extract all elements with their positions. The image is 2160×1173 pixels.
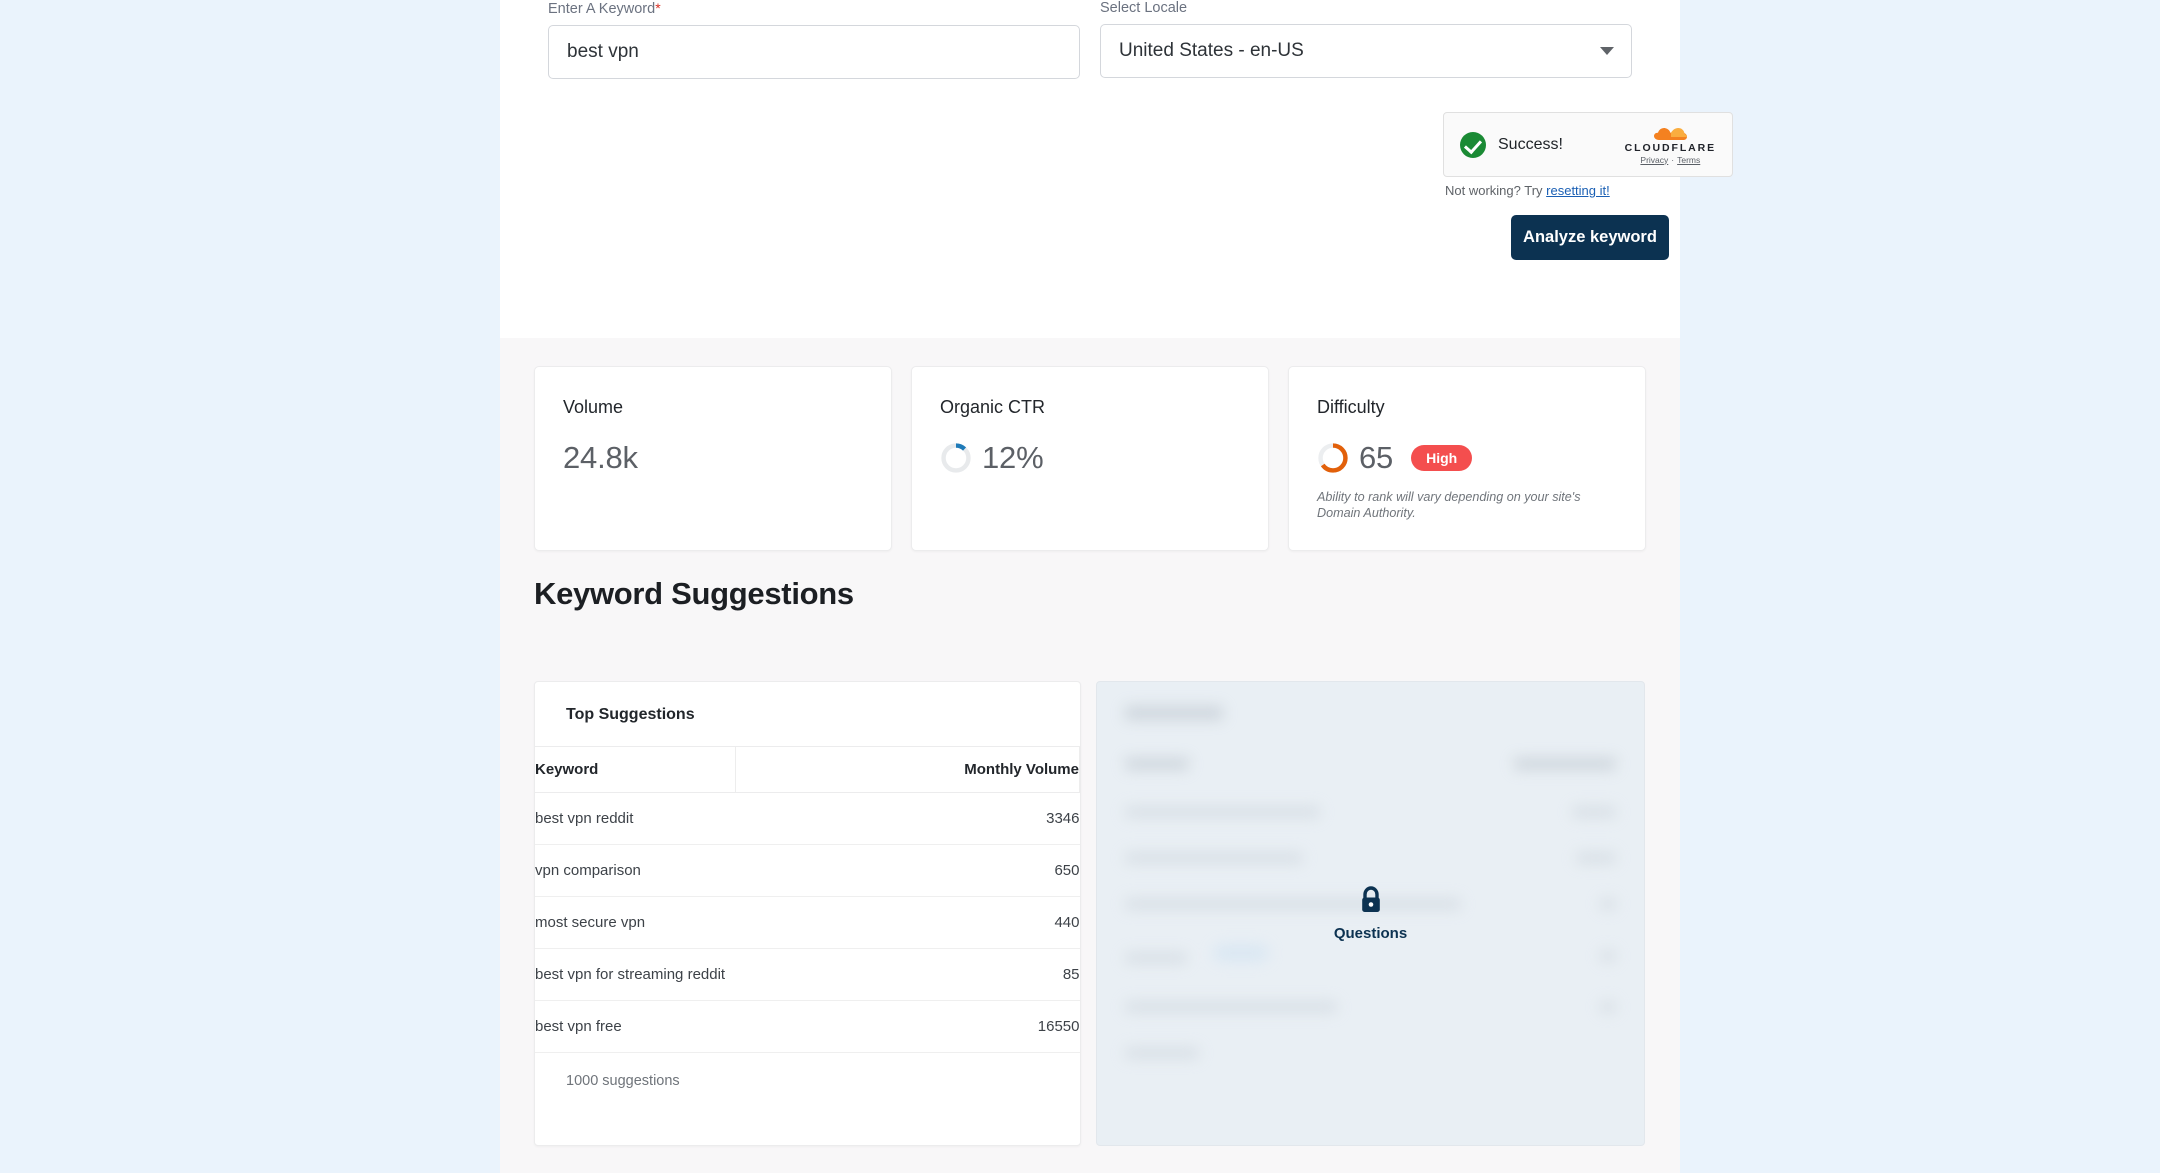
blurred-row: [1125, 1047, 1616, 1059]
table-row[interactable]: best vpn for streaming reddit 85: [535, 948, 1080, 1001]
cell-volume: 440: [735, 896, 1080, 949]
volume-card-body: 24.8k: [563, 440, 863, 476]
terms-link[interactable]: Terms: [1677, 155, 1700, 165]
table-row[interactable]: best vpn free 16550: [535, 1000, 1080, 1053]
difficulty-note: Ability to rank will vary depending on y…: [1317, 490, 1581, 520]
locale-field-group: Select Locale United States - en-US: [1100, 0, 1632, 79]
reset-turnstile-link[interactable]: resetting it!: [1546, 183, 1610, 198]
difficulty-card-title: Difficulty: [1317, 397, 1385, 417]
blurred-row-label: [1125, 1001, 1337, 1013]
cell-keyword: best vpn reddit: [535, 792, 735, 845]
metric-cards-row: Volume 24.8k Organic CTR 12% Difficulty …: [534, 366, 1646, 551]
cell-keyword: best vpn free: [535, 1000, 735, 1053]
ctr-donut-chart: [941, 443, 971, 473]
reset-hint-prefix: Not working? Try: [1445, 183, 1547, 198]
table-row[interactable]: vpn comparison 650: [535, 844, 1080, 897]
cloudflare-cloud-icon: [1654, 127, 1688, 140]
privacy-link[interactable]: Privacy: [1640, 155, 1668, 165]
keyword-suggestions-heading: Keyword Suggestions: [534, 576, 854, 611]
blurred-row: [1125, 944, 1616, 967]
blurred-header-left: [1125, 758, 1189, 770]
lock-overlay[interactable]: Questions: [1097, 885, 1644, 942]
turnstile-status-text: Success!: [1498, 135, 1563, 153]
cell-keyword: best vpn for streaming reddit: [535, 948, 735, 1001]
required-asterisk: *: [655, 0, 661, 16]
table-row[interactable]: best vpn reddit 3346: [535, 792, 1080, 845]
cell-keyword: most secure vpn: [535, 896, 735, 949]
suggestions-table: Keyword Monthly Volume best vpn reddit 33…: [535, 746, 1080, 1053]
locale-select[interactable]: United States - en-US: [1100, 24, 1632, 78]
locked-panel-label: Questions: [1333, 924, 1408, 942]
blurred-row-label-group: [1125, 944, 1270, 967]
blurred-row-value: [1572, 806, 1616, 818]
blurred-row: [1125, 852, 1616, 864]
metric-card-difficulty: Difficulty 65 High Ability to rank will …: [1288, 366, 1646, 551]
ctr-card-title: Organic CTR: [940, 397, 1046, 417]
suggestions-panels-row: Top Suggestions Keyword Monthly Volume b…: [534, 681, 1645, 1146]
suggestions-table-head: Keyword Monthly Volume: [535, 746, 1080, 793]
links-separator: ·: [1671, 154, 1675, 165]
keyword-field-group: Enter A Keyword*: [548, 0, 1080, 79]
blurred-header-right: [1514, 758, 1616, 770]
locale-selected-value: United States - en-US: [1119, 40, 1304, 61]
turnstile-block: Success! CLOUDFLARE Privacy · Terms Not wo…: [1443, 112, 1743, 198]
keyword-field-label: Enter A Keyword*: [548, 0, 1080, 18]
cloudflare-links: Privacy · Terms: [1625, 155, 1716, 166]
table-row[interactable]: most secure vpn 440: [535, 896, 1080, 949]
cell-volume: 650: [735, 844, 1080, 897]
blurred-row-label: [1125, 1047, 1199, 1059]
blurred-row-value: [1576, 852, 1616, 864]
cell-volume: 85: [735, 948, 1080, 1001]
blurred-row-chip: [1213, 944, 1270, 962]
ctr-card-body: 12%: [940, 440, 1240, 476]
success-check-icon: [1460, 131, 1486, 158]
cloudflare-turnstile-widget[interactable]: Success! CLOUDFLARE Privacy · Terms: [1443, 112, 1733, 177]
blurred-row-label: [1125, 806, 1320, 818]
keyword-form-panel: Enter A Keyword* Select Locale United St…: [500, 0, 1733, 338]
blurred-row: [1125, 1001, 1616, 1013]
keyword-input[interactable]: [548, 25, 1080, 79]
cell-keyword: vpn comparison: [535, 844, 735, 897]
table-header-row: Keyword Monthly Volume: [535, 746, 1080, 793]
difficulty-donut-chart: [1318, 443, 1348, 473]
lock-icon: [1361, 885, 1380, 912]
locale-select-wrap[interactable]: United States - en-US: [1100, 24, 1632, 78]
blurred-row-value: [1600, 949, 1616, 962]
keyword-label-text: Enter A Keyword: [548, 1, 656, 17]
metric-card-organic-ctr: Organic CTR 12%: [911, 366, 1269, 551]
column-header-volume[interactable]: Monthly Volume: [734, 746, 1080, 793]
metric-card-volume: Volume 24.8k: [534, 366, 892, 551]
results-section: Volume 24.8k Organic CTR 12% Difficulty …: [500, 338, 1680, 1173]
top-suggestions-panel: Top Suggestions Keyword Monthly Volume b…: [534, 681, 1081, 1146]
suggestions-count-footer: 1000 suggestions: [566, 1073, 680, 1089]
volume-value: 24.8k: [563, 440, 638, 475]
form-inputs-row: Enter A Keyword* Select Locale United St…: [548, 0, 1633, 79]
ctr-value: 12%: [982, 440, 1044, 475]
analyze-keyword-button[interactable]: Analyze keyword: [1511, 215, 1669, 260]
cloudflare-logo: CLOUDFLARE Privacy · Terms: [1625, 124, 1716, 166]
turnstile-status-group: Success!: [1460, 131, 1563, 158]
blurred-row-value: [1600, 1001, 1616, 1013]
top-suggestions-title: Top Suggestions: [566, 706, 695, 723]
difficulty-value: 65: [1359, 440, 1394, 475]
difficulty-status-badge: High: [1411, 445, 1473, 471]
volume-card-title: Volume: [563, 397, 624, 417]
blurred-row-label: [1125, 852, 1303, 864]
cell-volume: 16550: [735, 1000, 1080, 1053]
locked-questions-panel[interactable]: Questions: [1096, 681, 1645, 1146]
blurred-header-row: [1125, 758, 1616, 770]
chevron-down-icon[interactable]: [1600, 47, 1614, 55]
blurred-row: [1125, 806, 1616, 818]
suggestions-table-body: best vpn reddit 3346 vpn comparison 650 most…: [535, 792, 1080, 1053]
blurred-row-label: [1125, 951, 1187, 964]
blurred-title-bar: [1125, 706, 1223, 720]
column-header-keyword[interactable]: Keyword: [535, 746, 735, 793]
turnstile-reset-hint: Not working? Try resetting it!: [1443, 183, 1743, 198]
locale-field-label: Select Locale: [1100, 0, 1188, 16]
cloudflare-wordmark: CLOUDFLARE: [1624, 141, 1716, 154]
cell-volume: 3346: [735, 792, 1080, 845]
keyword-research-page: Enter A Keyword* Select Locale United St…: [0, 0, 2160, 1173]
difficulty-card-body: 65 High: [1317, 440, 1617, 476]
